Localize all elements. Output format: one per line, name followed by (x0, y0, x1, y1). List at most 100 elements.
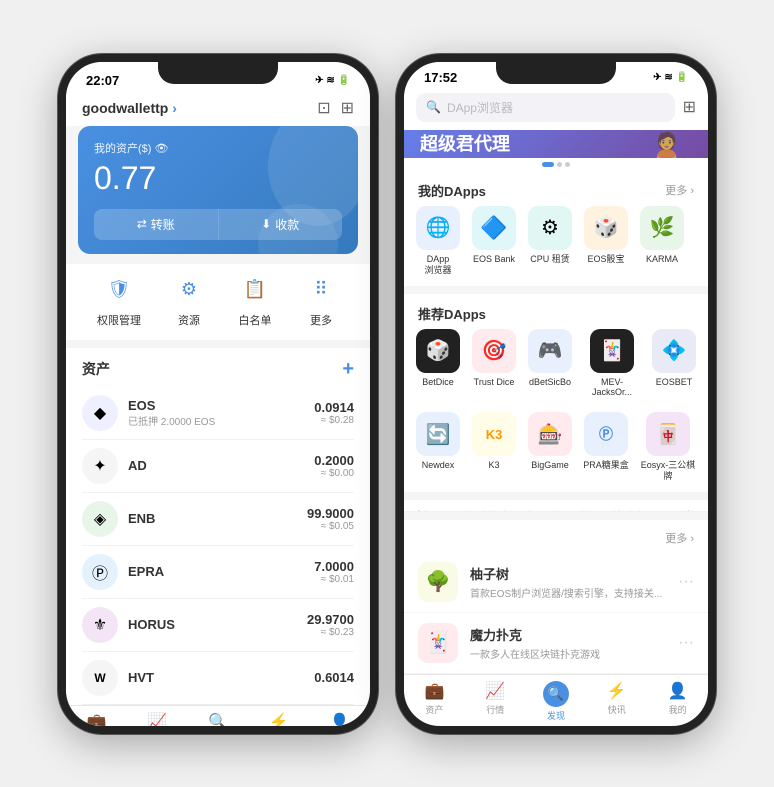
phone-dapp: 17:52 ✈ ≋ 🔋 🔍 DApp浏览器 ⊞ 你支持DApp 我们支持你 超级… (396, 54, 716, 734)
qr-icon[interactable]: ⊡ (317, 98, 330, 118)
tab-new[interactable]: 新品区 (416, 500, 449, 512)
promo-banner[interactable]: 你支持DApp 我们支持你 超级君代理 superdapppxy 🧍 (404, 130, 708, 158)
dot-2 (557, 162, 562, 167)
my-dapps-grid: 🌐 DApp浏览器 🔷 EOS Bank ⚙ CPU 租赁 🎲 EOS骰宝 (404, 206, 708, 286)
asset-row-hvt[interactable]: W HVT 0.6014 (82, 652, 354, 705)
tab-games[interactable]: 娱乐游戏 (465, 500, 509, 512)
tab-market-2[interactable]: 📈 行情 (465, 681, 526, 722)
tab-finance[interactable]: 财务 (574, 500, 596, 512)
tab-bar-1: 💼 资产 📈 行情 🔍 发现 ⚡ 快讯 👤 我的 (66, 705, 370, 726)
app-eosbet[interactable]: 💠 EOSBET (648, 329, 700, 399)
asset-row-enb[interactable]: ◈ ENB 99.9000 ≈ $0.05 (82, 493, 354, 546)
app-karma[interactable]: 🌿 KARMA (636, 206, 688, 276)
tab-profile-2[interactable]: 👤 我的 (647, 681, 708, 722)
horus-icon: ⚜ (82, 607, 118, 643)
tab-mining[interactable]: 挖矿专区 (612, 500, 656, 512)
app-k3[interactable]: K3 K3 (468, 412, 520, 482)
app-eos-bank[interactable]: 🔷 EOS Bank (468, 206, 520, 276)
resources-icon: ⚙ (171, 272, 207, 308)
grid-icon[interactable]: ⊞ (683, 97, 696, 117)
banner-decoration: 🧍 (636, 130, 698, 158)
eosyx-icon: 🀄 (646, 412, 690, 456)
app-eos-dice[interactable]: 🎲 EOS骰宝 (580, 206, 632, 276)
app-dapp-browser[interactable]: 🌐 DApp浏览器 (412, 206, 464, 276)
betdice-icon: 🎲 (416, 329, 460, 373)
transfer-icon: ⇄ (137, 217, 147, 231)
app-pra[interactable]: Ⓟ PRA糖果盒 (580, 412, 632, 482)
dbetsicbo-icon: 🎮 (528, 329, 572, 373)
new-apps-section: 更多 › 🌳 柚子树 首款EOS制户浏览器/搜索引擎，支持接关... ··· 🃏… (404, 520, 708, 674)
app-betdice[interactable]: 🎲 BetDice (412, 329, 464, 399)
recommended-grid-row2: 🔄 Newdex K3 K3 🎰 BigGame Ⓟ PRA糖果盒 (404, 412, 708, 492)
screen-wallet: 22:07 ✈ ≋ 🔋 goodwallettp › ⊡ ⊞ 我的资产($) 👁… (66, 62, 370, 726)
asset-row-horus[interactable]: ⚜ HORUS 29.9700 ≈ $0.23 (82, 599, 354, 652)
tab-assets-1[interactable]: 💼 资产 (66, 712, 127, 726)
wallet-name[interactable]: goodwallettp › (82, 100, 177, 116)
tab-news-2[interactable]: ⚡ 快讯 (586, 681, 647, 722)
poker-icon: 🃏 (418, 623, 458, 663)
tab-market-1[interactable]: 📈 行情 (127, 712, 188, 726)
app-trust-dice[interactable]: 🎯 Trust Dice (468, 329, 520, 399)
yuzushu-info: 柚子树 首款EOS制户浏览器/搜索引擎，支持接关... (470, 564, 666, 600)
receive-button[interactable]: ⬇ 收款 (219, 209, 343, 240)
header-icons: ⊡ ⊞ (317, 98, 354, 118)
app-dbetsicbo[interactable]: 🎮 dBetSicBo (524, 329, 576, 399)
recommended-header: 推荐DApps (404, 294, 708, 329)
my-dapps-more[interactable]: 更多 › (665, 182, 694, 198)
category-tabs: 新品区 娱乐游戏 交易所 财务 挖矿专区 日常工... (404, 500, 708, 512)
new-apps-header: 更多 › (404, 520, 708, 552)
hvt-info: HVT (128, 670, 304, 685)
eos-amount: 0.0914 ≈ $0.28 (314, 400, 354, 426)
app-mev[interactable]: 🃏 MEV-JacksOr... (580, 329, 644, 399)
k3-icon: K3 (472, 412, 516, 456)
asset-row-ad[interactable]: ✦ AD 0.2000 ≈ $0.00 (82, 440, 354, 493)
transfer-button[interactable]: ⇄ 转账 (94, 209, 218, 240)
asset-row-eos[interactable]: ◆ EOS 已抵押 2.0000 EOS 0.0914 ≈ $0.28 (82, 387, 354, 440)
biggame-icon: 🎰 (528, 412, 572, 456)
discover-icon-2: 🔍 (543, 681, 569, 707)
cpu-label: CPU 租赁 (530, 254, 570, 265)
notch (158, 62, 278, 84)
tab-profile-1[interactable]: 👤 我的 (309, 712, 370, 726)
discover-tab-icon: 🔍 (208, 712, 228, 726)
list-item-poker[interactable]: 🃏 魔力扑克 一款多人在线区块链扑克游戏 ··· (404, 613, 708, 674)
app-cpu-rental[interactable]: ⚙ CPU 租赁 (524, 206, 576, 276)
pra-icon: Ⓟ (584, 412, 628, 456)
news-icon-2: ⚡ (607, 681, 627, 701)
new-apps-more[interactable]: 更多 › (665, 530, 694, 546)
search-input[interactable]: 🔍 DApp浏览器 (416, 93, 675, 122)
time-1: 22:07 (86, 73, 119, 88)
add-asset-button[interactable]: + (342, 358, 354, 381)
eos-icon: ◆ (82, 395, 118, 431)
search-bar: 🔍 DApp浏览器 ⊞ (404, 87, 708, 130)
tab-daily[interactable]: 日常工... (672, 500, 708, 512)
dapp-browser-label: DApp浏览器 (424, 254, 451, 276)
tab-exchange[interactable]: 交易所 (525, 500, 558, 512)
karma-icon: 🌿 (640, 206, 684, 250)
list-item-yuzushu[interactable]: 🌳 柚子树 首款EOS制户浏览器/搜索引擎，支持接关... ··· (404, 552, 708, 613)
dapp-browser-icon: 🌐 (416, 206, 460, 250)
quick-permissions[interactable]: 🛡 权限管理 (97, 272, 141, 328)
quick-more[interactable]: ⠿ 更多 (303, 272, 339, 328)
time-2: 17:52 (424, 70, 457, 85)
quick-resources[interactable]: ⚙ 资源 (171, 272, 207, 328)
horus-amount: 29.9700 ≈ $0.23 (307, 612, 354, 638)
quick-whitelist[interactable]: 📋 白名单 (237, 272, 273, 328)
more-icon: ⠿ (303, 272, 339, 308)
notch-2 (496, 62, 616, 84)
tab-news-1[interactable]: ⚡ 快讯 (248, 712, 309, 726)
tab-discover-1[interactable]: 🔍 发现 (188, 712, 249, 726)
profile-icon-2: 👤 (668, 681, 688, 701)
my-dapps-header: 我的DApps 更多 › (404, 171, 708, 206)
app-eosyx[interactable]: 🀄 Eosyx-三公棋牌 (636, 412, 700, 482)
app-newdex[interactable]: 🔄 Newdex (412, 412, 464, 482)
balance-label: 我的资产($) 👁 (94, 140, 342, 156)
asset-row-epra[interactable]: Ⓟ EPRA 7.0000 ≈ $0.01 (82, 546, 354, 599)
tab-discover-2[interactable]: 🔍 发现 (526, 681, 587, 722)
tab-assets-2[interactable]: 💼 资产 (404, 681, 465, 722)
scan-icon[interactable]: ⊞ (341, 98, 354, 118)
eos-dice-icon: 🎲 (584, 206, 628, 250)
cpu-icon: ⚙ (528, 206, 572, 250)
whitelist-icon: 📋 (237, 272, 273, 308)
app-biggame[interactable]: 🎰 BigGame (524, 412, 576, 482)
